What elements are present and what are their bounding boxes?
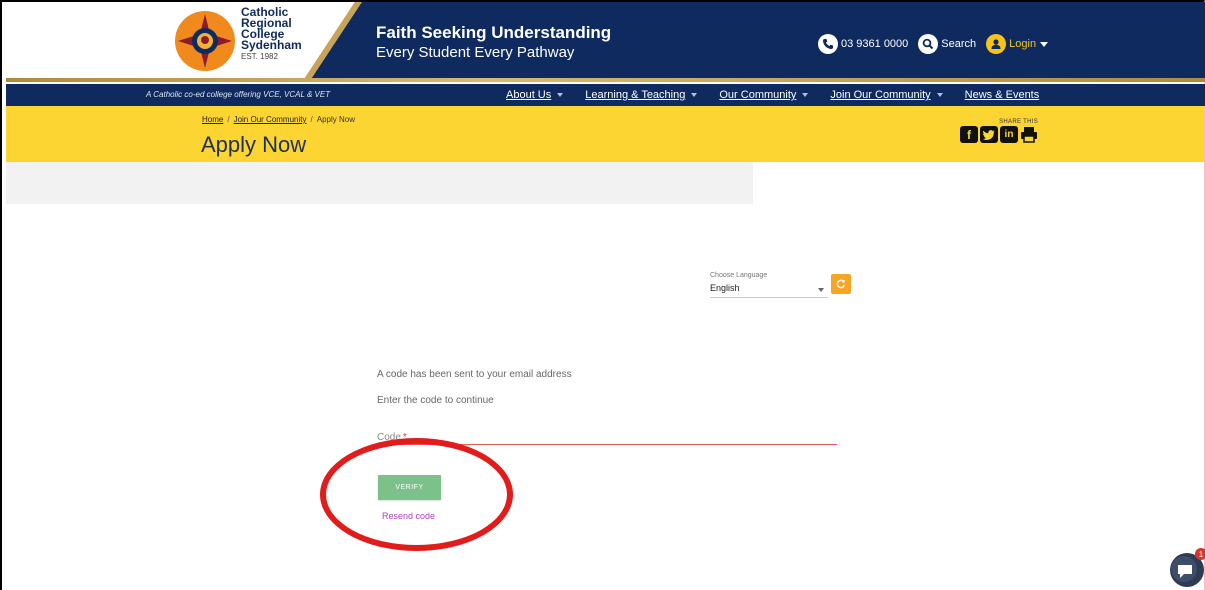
chat-notification-badge: 1: [1195, 548, 1205, 560]
established-year: EST. 1982: [241, 52, 278, 61]
nav-item-join-our-community[interactable]: Join Our Community: [830, 89, 943, 101]
nav-item-label: News & Events: [964, 89, 1040, 101]
school-name-line: Sydenham: [241, 38, 302, 52]
language-chooser: Choose Language English: [710, 272, 828, 298]
login-dropdown[interactable]: Login: [986, 34, 1049, 54]
code-sent-message: A code has been sent to your email addre…: [377, 369, 572, 380]
annotation-red-circle: [320, 438, 513, 551]
chevron-down-icon: [691, 93, 698, 97]
user-icon: [986, 34, 1007, 54]
nav-item-label: About Us: [506, 89, 552, 101]
breadcrumb-separator: /: [227, 115, 230, 124]
tagline: Faith Seeking Understanding Every Studen…: [376, 23, 611, 61]
page-title: Apply Now: [201, 132, 307, 157]
breadcrumb-home[interactable]: Home: [202, 115, 223, 124]
print-icon[interactable]: [1020, 126, 1038, 143]
chevron-down-icon: [557, 93, 564, 97]
site-header: Catholic Regional College Sydenham EST. …: [6, 2, 1205, 82]
search-link[interactable]: Search: [918, 34, 976, 54]
share-this: SHARE THIS f in: [956, 119, 1038, 143]
header-actions: 03 9361 0000 Search Login: [818, 34, 1058, 54]
phone-icon: [818, 34, 838, 54]
login-label: Login: [1009, 38, 1037, 50]
nav-item-news-events[interactable]: News & Events: [965, 89, 1040, 101]
share-icons: f in: [956, 126, 1038, 143]
search-label: Search: [941, 38, 977, 50]
language-refresh-button[interactable]: [831, 274, 851, 294]
nav-item-our-community[interactable]: Our Community: [719, 89, 809, 101]
nav-items: About Us Learning & Teaching Our Communi…: [506, 89, 1061, 101]
search-icon: [918, 34, 939, 54]
header-gold-divider: [6, 78, 1205, 82]
linkedin-icon[interactable]: in: [1000, 126, 1018, 143]
nav-item-label: Our Community: [719, 89, 797, 101]
tagline-primary: Faith Seeking Understanding: [376, 23, 612, 42]
language-label: Choose Language: [710, 272, 768, 279]
main-nav: A Catholic co-ed college offering VCE, V…: [6, 84, 1205, 106]
facebook-icon[interactable]: f: [960, 126, 978, 143]
nav-note: A Catholic co-ed college offering VCE, V…: [146, 90, 331, 99]
college-crest-logo[interactable]: [174, 10, 236, 72]
share-label: SHARE THIS: [999, 119, 1038, 125]
nav-item-about-us[interactable]: About Us: [506, 89, 564, 101]
refresh-icon: [836, 279, 846, 289]
breadcrumb-join-our-community[interactable]: Join Our Community: [234, 115, 307, 124]
phone-link[interactable]: 03 9361 0000: [818, 34, 908, 54]
breadcrumb-current: Apply Now: [316, 115, 355, 124]
content-gray-strip: [6, 162, 753, 204]
breadcrumb: Home / Join Our Community / Apply Now: [202, 115, 355, 124]
nav-item-learning-teaching[interactable]: Learning & Teaching: [585, 89, 698, 101]
nav-item-label: Join Our Community: [830, 89, 931, 101]
twitter-icon[interactable]: [980, 126, 998, 143]
breadcrumb-separator: /: [310, 115, 313, 124]
enter-code-instruction: Enter the code to continue: [377, 395, 494, 406]
language-select[interactable]: English: [710, 283, 828, 298]
chevron-down-icon: [936, 93, 943, 97]
tagline-secondary: Every Student Every Pathway: [376, 44, 575, 61]
nav-item-label: Learning & Teaching: [585, 89, 686, 101]
chevron-down-icon: [802, 93, 809, 97]
chevron-down-icon: [1040, 41, 1049, 47]
page: Catholic Regional College Sydenham EST. …: [0, 0, 1205, 590]
school-name: Catholic Regional College Sydenham EST. …: [241, 6, 302, 62]
language-selected-value: English: [710, 283, 740, 293]
chevron-down-icon: [818, 288, 824, 292]
page-banner: Home / Join Our Community / Apply Now Apply …: [6, 106, 1205, 162]
phone-number: 03 9361 0000: [841, 38, 909, 50]
